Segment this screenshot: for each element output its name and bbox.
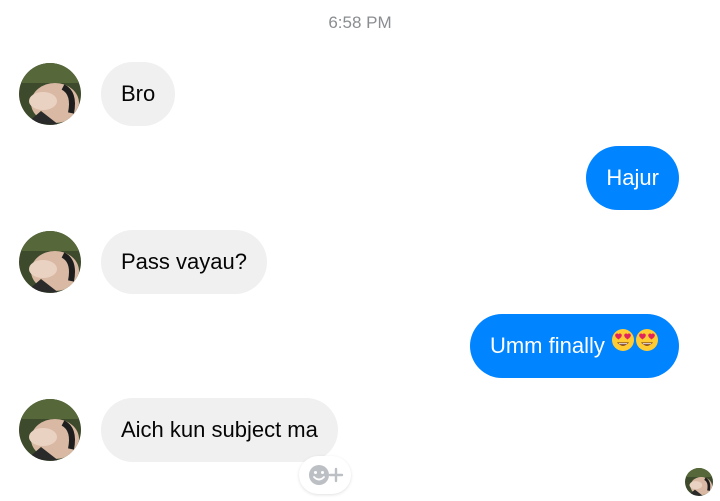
chat-thread: 6:58 PM Bro Hajur Pass vayau? Umm finall… xyxy=(0,0,720,501)
message-text: Pass vayau? xyxy=(121,249,247,274)
outgoing-message-bubble[interactable]: Hajur xyxy=(586,146,679,210)
incoming-message-bubble[interactable]: Aich kun subject ma xyxy=(101,398,338,462)
message-timestamp: 6:58 PM xyxy=(328,13,392,32)
heart-eyes-emoji-icon xyxy=(635,313,659,377)
message-text: Umm finally xyxy=(489,333,605,358)
incoming-message-bubble[interactable]: Bro xyxy=(101,62,176,126)
outgoing-message-bubble[interactable]: Umm finally xyxy=(469,313,679,378)
sender-avatar[interactable] xyxy=(19,399,81,461)
message-text: Hajur xyxy=(606,165,659,190)
incoming-message-bubble[interactable]: Pass vayau? xyxy=(101,230,267,294)
sender-avatar[interactable] xyxy=(19,63,81,125)
heart-eyes-emoji-icon xyxy=(611,313,635,377)
read-receipt-avatar xyxy=(685,468,713,496)
message-text: Aich kun subject ma xyxy=(121,417,318,442)
add-reaction-button[interactable] xyxy=(299,456,351,494)
add-reaction-icon xyxy=(309,465,344,485)
message-text: Bro xyxy=(121,81,156,106)
sender-avatar[interactable] xyxy=(19,231,81,293)
